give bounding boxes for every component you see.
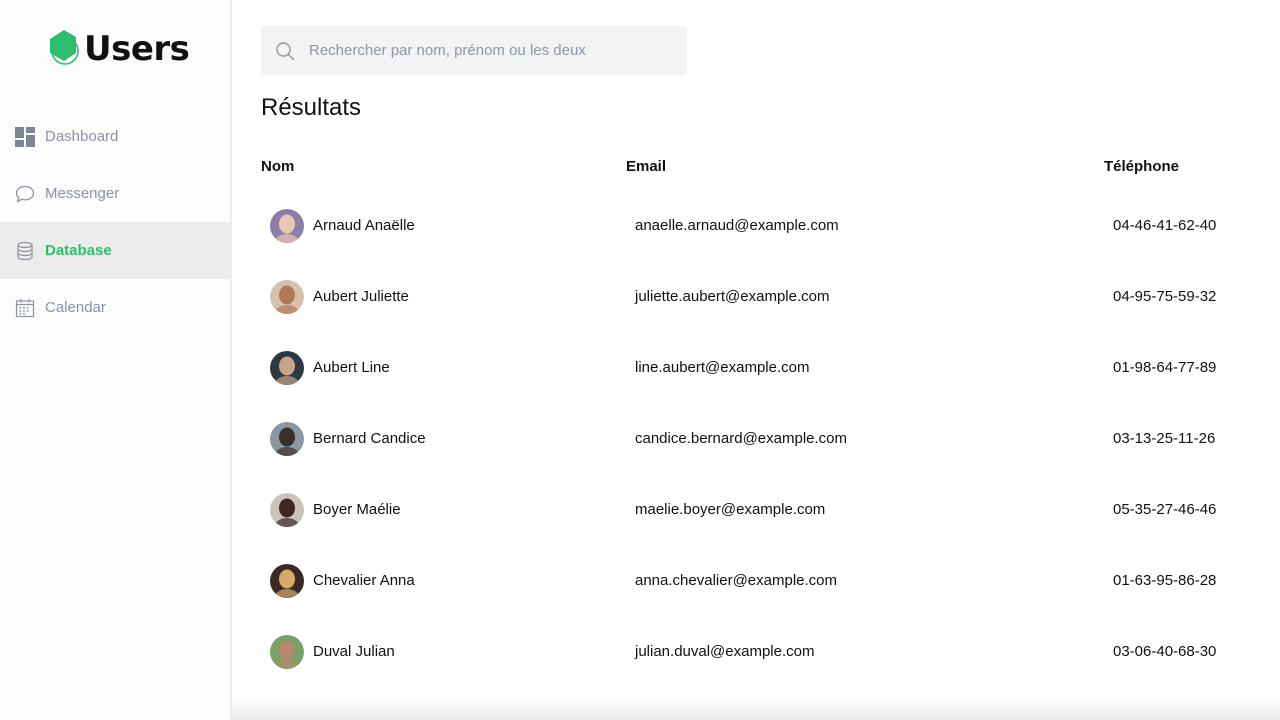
row-name: Boyer Maélie [313,501,401,518]
row-email: line.aubert@example.com [635,359,810,376]
search-bar[interactable] [261,26,687,75]
row-phone: 04-95-75-59-32 [1113,288,1217,305]
row-name: Aubert Line [313,359,390,376]
bottom-shadow [232,698,1280,720]
row-phone: 04-46-41-62-40 [1113,217,1217,234]
row-phone: 03-06-40-68-30 [1113,643,1217,660]
row-phone: 01-63-95-86-28 [1113,572,1217,589]
column-header-email[interactable]: Email [626,158,666,175]
logo-icon [44,27,80,72]
results-table: Arnaud Anaëlle anaelle.arnaud@example.com… [0,190,1280,687]
table-row[interactable]: Duval Julian julian.duval@example.com 03-0… [0,616,1280,687]
table-row[interactable]: Bernard Candice candice.bernard@example.c… [0,403,1280,474]
row-name: Duval Julian [313,643,395,660]
app-title: Users [84,29,190,69]
avatar [270,280,304,314]
row-email: juliette.aubert@example.com [635,288,830,305]
page-title: Résultats [261,94,362,121]
row-phone: 05-35-27-46-46 [1113,501,1217,518]
row-email: julian.duval@example.com [635,643,815,660]
avatar [270,351,304,385]
row-email: anaelle.arnaud@example.com [635,217,839,234]
column-header-name[interactable]: Nom [261,158,294,175]
row-email: maelie.boyer@example.com [635,501,826,518]
app-logo[interactable]: Users [44,27,190,72]
search-icon[interactable] [275,41,295,61]
table-row[interactable]: Aubert Juliette juliette.aubert@example.c… [0,261,1280,332]
row-phone: 03-13-25-11-26 [1113,430,1216,447]
row-phone: 01-98-64-77-89 [1113,359,1217,376]
table-row[interactable]: Chevalier Anna anna.chevalier@example.com… [0,545,1280,616]
row-email: anna.chevalier@example.com [635,572,837,589]
table-row[interactable]: Arnaud Anaëlle anaelle.arnaud@example.com… [0,190,1280,261]
search-input[interactable] [309,42,669,59]
sidebar-item-label: Dashboard [45,128,119,145]
sidebar-item-dashboard[interactable]: Dashboard [0,108,230,165]
avatar [270,564,304,598]
avatar [270,493,304,527]
avatar [270,209,304,243]
row-name: Aubert Juliette [313,288,409,305]
row-name: Bernard Candice [313,430,426,447]
table-row[interactable]: Aubert Line line.aubert@example.com 01-98-… [0,332,1280,403]
table-row[interactable]: Boyer Maélie maelie.boyer@example.com 05-3… [0,474,1280,545]
dashboard-grid-icon [15,126,35,147]
column-header-phone[interactable]: Téléphone [1104,158,1179,175]
row-name: Chevalier Anna [313,572,415,589]
avatar [270,422,304,456]
row-name: Arnaud Anaëlle [313,217,415,234]
avatar [270,635,304,669]
row-email: candice.bernard@example.com [635,430,847,447]
